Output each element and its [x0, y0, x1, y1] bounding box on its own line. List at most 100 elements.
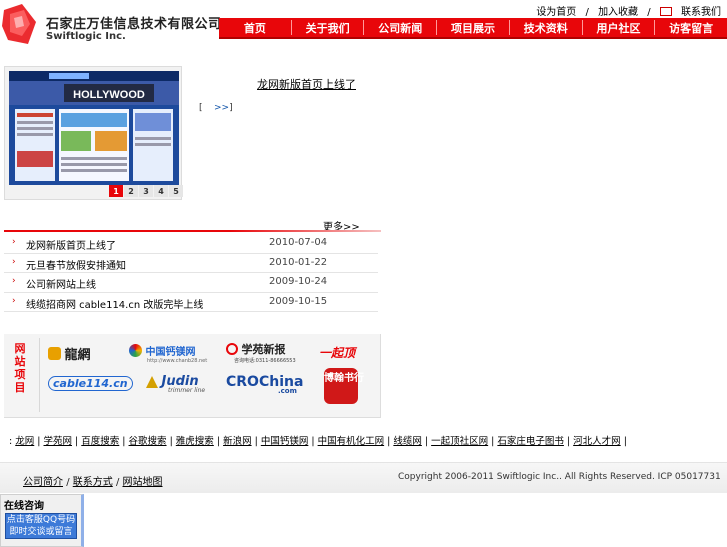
top-links: 设为首页 / 加入收藏 / 联系我们 [530, 3, 721, 18]
footer-link-sitemap[interactable]: 网站地图 [123, 477, 163, 488]
friend-link[interactable]: 谷歌搜索 [129, 436, 167, 447]
friend-link[interactable]: 河北人才网 [573, 436, 621, 447]
project-logo-xueyuan[interactable]: 学苑新报 咨询电话:0311-86666553 [226, 341, 296, 364]
feature-more-link[interactable]: >> [214, 103, 229, 113]
company-logo[interactable]: 石家庄万佳信息技术有限公司 Swiftlogic Inc. [0, 0, 221, 52]
news-date: 2010-01-22 [269, 256, 328, 268]
copyright-text: Copyright 2006-2011 Swiftlogic Inc.. All… [398, 472, 721, 482]
logo-icon [2, 4, 36, 44]
project-logo-cable114[interactable]: cable114.cn [48, 376, 133, 391]
news-date: 2010-07-04 [269, 237, 328, 248]
list-item[interactable]: › 线缆招商网 cable114.cn 改版完毕上线 2009-10-15 [4, 293, 378, 312]
project-logo-yiqiding[interactable]: 一起顶 [319, 344, 355, 361]
news-divider [4, 230, 381, 232]
footer-link-contact[interactable]: 联系方式 [73, 477, 113, 488]
project-logo-judin[interactable]: Judin trimmer line [146, 374, 205, 394]
bullet-arrow-icon: › [12, 276, 16, 286]
top-link-separator: / [585, 7, 589, 18]
project-logo-text: 龍網 [64, 348, 91, 363]
company-name-cn: 石家庄万佳信息技术有限公司 [46, 17, 222, 32]
top-link-separator: / [647, 7, 651, 18]
project-logo-text: cable114.cn [48, 376, 133, 391]
feature-more-bracket: ] [229, 103, 233, 113]
set-homepage-link[interactable]: 设为首页 [536, 7, 576, 18]
footer-separator: / [66, 477, 70, 488]
feature-headline-link[interactable]: 龙网新版首页上线了 [257, 76, 356, 92]
nav-news[interactable]: 公司新闻 [364, 18, 436, 37]
list-item[interactable]: › 公司新网站上线 2009-10-24 [4, 273, 378, 293]
pager-button-1[interactable]: 1 [109, 185, 123, 197]
news-title[interactable]: 线缆招商网 cable114.cn 改版完毕上线 [26, 296, 203, 311]
project-logo-subtext: 咨询电话:0311-86666553 [234, 358, 296, 364]
bookmark-link[interactable]: 加入收藏 [598, 7, 638, 18]
envelope-icon [659, 7, 672, 16]
contact-link[interactable]: 联系我们 [681, 7, 721, 18]
friend-link[interactable]: 学苑网 [44, 436, 73, 447]
nav-tech-docs[interactable]: 技术资料 [510, 18, 582, 37]
friend-link[interactable]: 中国钙镁网 [261, 436, 309, 447]
friend-link[interactable]: 百度搜索 [81, 436, 119, 447]
news-list: › 龙网新版首页上线了 2010-07-04 › 元旦春节放假安排通知 2010… [4, 234, 378, 312]
consult-button-line: 点击客服QQ号码 [6, 515, 76, 525]
feature-screenshot-banner: HOLLYWOOD [73, 89, 145, 101]
feature-screenshot-image[interactable]: HOLLYWOOD [9, 71, 179, 185]
bullet-arrow-icon: › [12, 237, 16, 247]
consult-button-line: 即时交谈或留言 [9, 527, 73, 537]
xueyuan-emblem-icon [226, 343, 238, 355]
project-logo-crochina[interactable]: CROChina .com [226, 374, 303, 395]
longwang-emblem-icon [48, 347, 61, 360]
friend-link[interactable]: 雅虎搜索 [176, 436, 214, 447]
footer-links: 公司简介 / 联系方式 / 网站地图 [23, 473, 163, 488]
judin-triangle-icon [146, 375, 158, 388]
project-logo-text: 学苑新报 [241, 343, 286, 356]
news-title[interactable]: 龙网新版首页上线了 [26, 237, 116, 252]
feature-more-bracket: [ [199, 103, 203, 113]
pager-button-5[interactable]: 5 [169, 185, 183, 197]
list-item[interactable]: › 元旦春节放假安排通知 2010-01-22 [4, 254, 378, 273]
friend-link[interactable]: 石家庄电子图书 [497, 436, 564, 447]
qq-consult-button[interactable]: 点击客服QQ号码 即时交谈或留言 [5, 513, 77, 539]
friend-link[interactable]: 龙网 [15, 436, 34, 447]
feature-slideshow: HOLLYWOOD 1 2 3 4 5 [4, 66, 184, 200]
bullet-arrow-icon: › [12, 295, 16, 306]
pager-button-4[interactable]: 4 [154, 185, 168, 197]
nav-community[interactable]: 用户社区 [583, 18, 655, 37]
main-nav: 首页 关于我们 公司新闻 项目展示 技术资料 用户社区 访客留言 [219, 18, 727, 39]
friend-link[interactable]: 中国有机化工网 [318, 436, 385, 447]
friend-link[interactable]: 线缆网 [393, 436, 422, 447]
company-name-en: Swiftlogic Inc. [46, 31, 126, 42]
project-logo-gaimei[interactable]: 中国钙镁网 http://www.chanb28.net [129, 343, 207, 364]
project-logo-subtext: http://www.chanb28.net [147, 358, 208, 364]
list-item[interactable]: › 龙网新版首页上线了 2010-07-04 [4, 234, 378, 254]
projects-title: 网站项目 [14, 342, 26, 394]
news-title[interactable]: 元旦春节放假安排通知 [26, 257, 126, 272]
nav-about[interactable]: 关于我们 [292, 18, 364, 37]
bullet-arrow-icon: › [12, 256, 16, 267]
nav-guestbook[interactable]: 访客留言 [655, 18, 727, 37]
nav-home[interactable]: 首页 [219, 18, 291, 37]
news-title[interactable]: 公司新网站上线 [26, 276, 96, 291]
website-projects-panel: 网站项目 龍網 中国钙镁网 http://www.chanb28.net 学苑新… [4, 334, 381, 418]
project-logo-longwang[interactable]: 龍網 [48, 344, 91, 363]
footer: 公司简介 / 联系方式 / 网站地图 Copyright 2006-2011 S… [0, 462, 727, 493]
projects-divider [39, 338, 40, 412]
news-date: 2009-10-15 [269, 295, 328, 307]
project-logo-subtext: trimmer line [168, 387, 206, 394]
nav-projects[interactable]: 项目展示 [437, 18, 509, 37]
gaimei-globe-icon [129, 344, 142, 357]
pager-button-3[interactable]: 3 [139, 185, 153, 197]
friend-link[interactable]: 一起顶社区网 [431, 436, 488, 447]
friend-links: : 龙网 | 学苑网 | 百度搜索 | 谷歌搜索 | 雅虎搜索 | 新浪网 | … [9, 436, 627, 447]
slideshow-pager: 1 2 3 4 5 [109, 185, 184, 197]
consult-title: 在线咨询 [4, 501, 44, 512]
footer-link-about[interactable]: 公司简介 [23, 477, 63, 488]
online-consult-widget: 在线咨询 点击客服QQ号码 即时交谈或留言 [0, 494, 84, 547]
pager-button-2[interactable]: 2 [124, 185, 138, 197]
footer-separator: / [115, 477, 120, 488]
news-date: 2009-10-24 [269, 276, 328, 287]
friend-link[interactable]: 新浪网 [223, 436, 252, 447]
links-lead: : [9, 436, 13, 447]
project-logo-text: 中国钙镁网 [145, 347, 196, 358]
feature-more: [ >>] [199, 103, 233, 113]
project-logo-bohan[interactable]: 博翰书行 [324, 368, 364, 404]
